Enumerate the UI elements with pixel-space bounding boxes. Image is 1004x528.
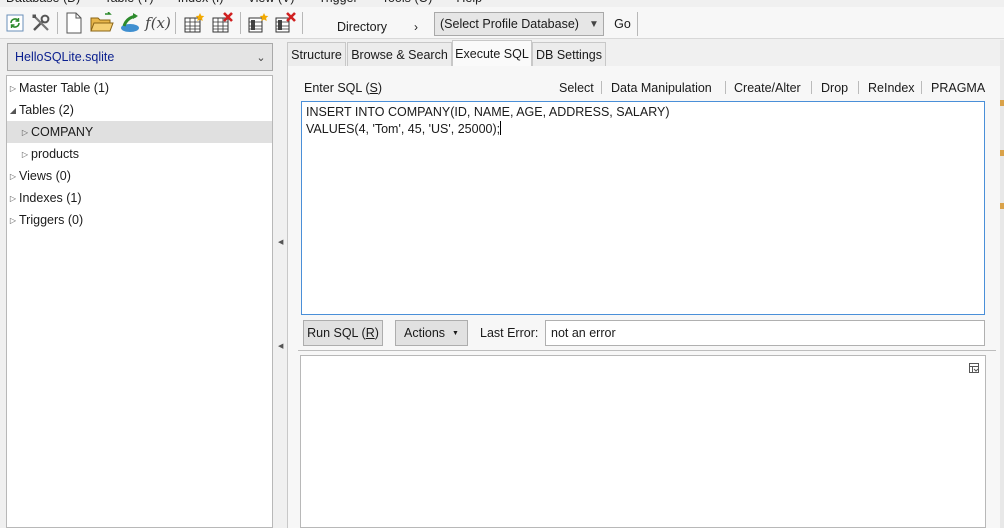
actions-button[interactable]: Actions ▼ — [395, 320, 468, 346]
pane-splitter[interactable]: ◀ ◀ — [275, 40, 286, 528]
menu-item[interactable]: Trigger — [319, 0, 358, 5]
edge-marker — [1000, 100, 1004, 106]
attach-db-icon[interactable] — [118, 11, 142, 35]
create-table-icon[interactable] — [182, 11, 206, 35]
directory-button[interactable]: Directory › — [304, 15, 428, 39]
function-icon[interactable]: f(x) — [145, 11, 171, 35]
menu-item[interactable]: Help — [456, 0, 482, 5]
create-index-icon[interactable] — [246, 11, 270, 35]
sql-line: INSERT INTO COMPANY(ID, NAME, AGE, ADDRE… — [306, 105, 670, 119]
tab-browse-search[interactable]: Browse & Search — [347, 42, 452, 66]
panel-divider[interactable] — [298, 350, 996, 351]
window-edge — [1000, 40, 1004, 528]
schema-tree: ▷ Master Table (1) ◢ Tables (2) ▷ COMPAN… — [6, 75, 273, 528]
last-error-field[interactable]: not an error — [545, 320, 985, 346]
grid-options-icon[interactable] — [969, 362, 979, 376]
sql-editor[interactable]: INSERT INTO COMPANY(ID, NAME, AGE, ADDRE… — [301, 101, 985, 315]
link-drop[interactable]: Drop — [821, 79, 848, 97]
link-create-alter[interactable]: Create/Alter — [734, 79, 801, 97]
dropdown-arrow-icon: ▼ — [452, 329, 459, 337]
edge-marker — [1000, 203, 1004, 209]
collapse-left-icon[interactable]: ◀ — [278, 342, 283, 350]
chevron-right-icon: › — [414, 20, 419, 34]
tab-execute-sql[interactable]: Execute SQL — [452, 40, 532, 67]
edge-marker — [1000, 150, 1004, 156]
profile-database-select[interactable]: (Select Profile Database) ▼ — [434, 12, 604, 36]
tree-item-triggers[interactable]: ▷ Triggers (0) — [7, 209, 272, 231]
tree-item-tables[interactable]: ◢ Tables (2) — [7, 99, 272, 121]
chevron-down-icon: ▼ — [589, 18, 599, 30]
sql-line-last: VALUES(4, 'Tom', 45, 'US', 25000); — [306, 121, 502, 136]
expand-arrow-icon[interactable]: ▷ — [7, 194, 19, 203]
expand-arrow-icon[interactable]: ▷ — [7, 172, 19, 181]
chevron-down-icon: ⌄ — [256, 51, 266, 64]
menu-item[interactable]: View (V) — [248, 0, 295, 5]
expand-arrow-icon[interactable]: ▷ — [7, 216, 19, 225]
link-data-manipulation[interactable]: Data Manipulation — [611, 79, 712, 97]
tab-structure[interactable]: Structure — [287, 42, 346, 66]
last-error-label: Last Error: — [480, 326, 539, 340]
tree-item-indexes[interactable]: ▷ Indexes (1) — [7, 187, 272, 209]
tree-item-company[interactable]: ▷ COMPANY — [7, 121, 272, 143]
results-grid[interactable] — [300, 355, 986, 528]
expand-arrow-icon[interactable]: ▷ — [19, 150, 31, 159]
tab-db-settings[interactable]: DB Settings — [532, 42, 606, 66]
expand-arrow-icon[interactable]: ▷ — [7, 84, 19, 93]
tree-item-master-table[interactable]: ▷ Master Table (1) — [7, 77, 272, 99]
go-button[interactable]: Go — [608, 12, 638, 36]
collapse-arrow-icon[interactable]: ◢ — [7, 106, 19, 115]
open-db-icon[interactable] — [90, 11, 114, 35]
menu-bar: Database (D) Table (T) Index (I) View (V) Tr… — [0, 0, 1004, 7]
menu-item[interactable]: Table (T) — [104, 0, 153, 5]
drop-table-icon[interactable] — [210, 11, 234, 35]
enter-sql-label: Enter SQL (S) — [304, 81, 383, 95]
new-db-icon[interactable] — [62, 11, 86, 35]
tree-item-views[interactable]: ▷ Views (0) — [7, 165, 272, 187]
tree-item-products[interactable]: ▷ products — [7, 143, 272, 165]
database-select[interactable]: HelloSQLite.sqlite ⌄ — [7, 43, 273, 71]
menu-item[interactable]: Index (I) — [178, 0, 224, 5]
expand-arrow-icon[interactable]: ▷ — [19, 128, 31, 137]
tools-icon[interactable] — [29, 11, 53, 35]
menu-item[interactable]: Tools (O) — [382, 0, 433, 5]
link-pragma[interactable]: PRAGMA — [931, 79, 985, 97]
link-reindex[interactable]: ReIndex — [868, 79, 915, 97]
refresh-icon[interactable] — [3, 11, 27, 35]
run-sql-button[interactable]: Run SQL (R) — [303, 320, 383, 346]
menu-item[interactable]: Database (D) — [6, 0, 80, 5]
drop-index-icon[interactable] — [273, 11, 297, 35]
collapse-left-icon[interactable]: ◀ — [278, 238, 283, 246]
link-select[interactable]: Select — [559, 79, 594, 97]
